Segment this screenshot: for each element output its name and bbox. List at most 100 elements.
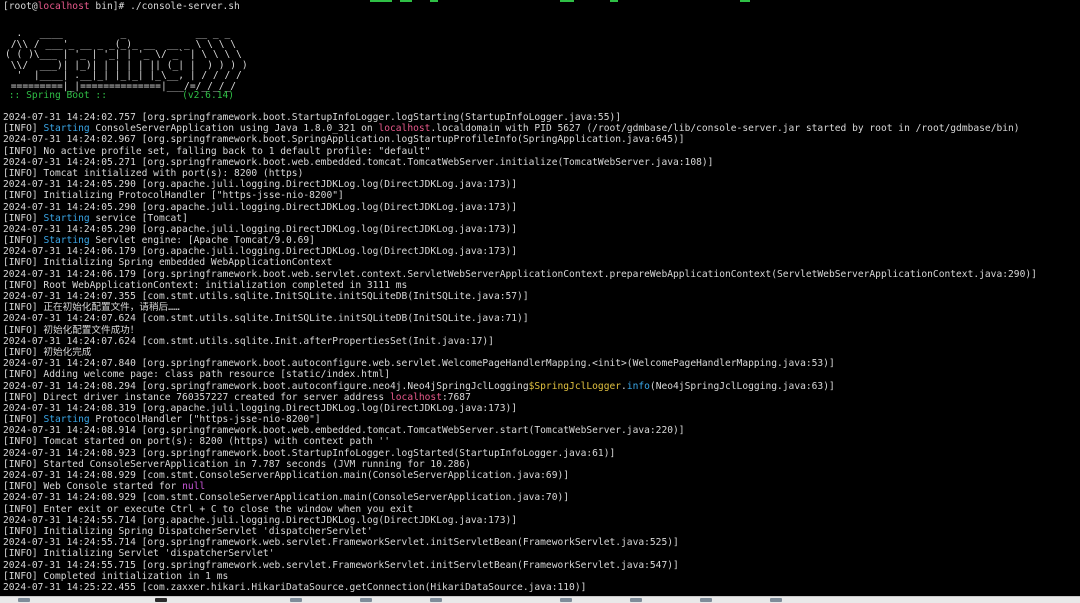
log-line: [INFO] Initializing Spring embedded WebA… <box>3 257 1078 268</box>
log-line: [INFO] 初始化配置文件成功！ <box>3 325 1078 336</box>
log-segment: [INFO] <box>3 414 44 426</box>
log-line: [INFO] Root WebApplicationContext: initi… <box>3 280 1078 291</box>
log-segment: [INFO] Web Console started for <box>3 481 183 493</box>
taskbar-app-icon[interactable] <box>290 598 302 602</box>
taskbar-app-icon[interactable] <box>770 598 782 602</box>
log-segment: [INFO] Initializing Servlet 'dispatcherS… <box>3 548 275 560</box>
log-segment: Starting <box>43 212 90 224</box>
log-line: 2024-07-31 14:24:55.714 [org.springframe… <box>3 537 1078 548</box>
log-line: [INFO] Initializing Spring DispatcherSer… <box>3 526 1078 537</box>
terminal-window[interactable]: [root@localhost bin]# ./console-server.s… <box>0 0 1080 596</box>
log-line: [INFO] Completed initialization in 1 ms <box>3 571 1078 582</box>
log-segment: [INFO] Enter exit or execute Ctrl + C to… <box>3 503 414 515</box>
log-segment: 2024-07-31 14:24:02.967 [org.springframe… <box>3 134 685 146</box>
log-segment: :7687 <box>441 391 471 403</box>
log-line: 2024-07-31 14:24:02.757 [org.springframe… <box>3 112 1078 123</box>
log-segment: 2024-07-31 14:24:55.714 [org.springframe… <box>3 537 679 549</box>
log-line: 2024-07-31 14:24:05.290 [org.apache.juli… <box>3 202 1078 213</box>
log-line: [INFO] Tomcat initialized with port(s): … <box>3 168 1078 179</box>
log-segment: 2024-07-31 14:24:08.294 [org.springframe… <box>3 380 529 392</box>
log-segment: 2024-07-31 14:24:06.179 [org.springframe… <box>3 268 1037 280</box>
log-segment: [INFO] 正在初始化配置文件，请稍后…… <box>3 302 180 314</box>
log-segment: Starting <box>43 235 90 247</box>
log-line: 2024-07-31 14:24:05.290 [org.apache.juli… <box>3 179 1078 190</box>
log-segment: [INFO] Initializing Spring embedded WebA… <box>3 257 333 269</box>
log-segment: 2024-07-31 14:24:02.757 [org.springframe… <box>3 112 622 123</box>
prompt-host: localhost <box>37 1 90 12</box>
log-segment: [INFO] Completed initialization in 1 ms <box>3 570 229 582</box>
log-segment: Starting <box>43 123 90 135</box>
log-line: [INFO] Tomcat started on port(s): 8200 (… <box>3 436 1078 447</box>
prompt-command: ./console-server.sh <box>130 1 240 12</box>
log-line: [INFO] Web Console started for null <box>3 481 1078 492</box>
log-line: 2024-07-31 14:24:05.271 [org.springframe… <box>3 157 1078 168</box>
log-segment: 2024-07-31 14:24:07.624 [com.stmt.utils.… <box>3 313 529 325</box>
log-segment: info <box>626 380 650 392</box>
log-segment: localhost <box>390 391 442 403</box>
log-segment: .localdomain with PID 5627 (/root/gdmbas… <box>430 123 1020 135</box>
log-line: 2024-07-31 14:24:06.179 [org.springframe… <box>3 269 1078 280</box>
taskbar-app-icon[interactable] <box>18 598 30 602</box>
spring-boot-version: (v2.6.14) <box>182 90 235 101</box>
log-segment: 2024-07-31 14:24:05.290 [org.apache.juli… <box>3 179 518 191</box>
log-line: [INFO] Adding welcome page: class path r… <box>3 369 1078 380</box>
log-segment: $SpringJclLogger <box>528 380 622 392</box>
log-segment: [INFO] <box>3 212 44 224</box>
log-segment: [INFO] Direct driver instance 760357227 … <box>3 391 390 403</box>
log-segment: 2024-07-31 14:24:05.290 [org.apache.juli… <box>3 201 518 213</box>
log-segment: 2024-07-31 14:24:05.271 [org.springframe… <box>3 156 714 168</box>
log-segment: 2024-07-31 14:24:05.290 [org.apache.juli… <box>3 223 518 235</box>
log-output: 2024-07-31 14:24:02.757 [org.springframe… <box>3 112 1078 593</box>
log-line: 2024-07-31 14:24:55.715 [org.springframe… <box>3 560 1078 571</box>
log-segment: 2024-07-31 14:24:07.840 [org.springframe… <box>3 358 835 370</box>
log-line: [INFO] Starting service [Tomcat] <box>3 213 1078 224</box>
log-segment: 2024-07-31 14:24:06.179 [org.apache.juli… <box>3 246 518 258</box>
log-segment: Servlet engine: [Apache Tomcat/9.0.69] <box>89 235 315 247</box>
log-segment: [INFO] Started ConsoleServerApplication … <box>3 458 471 470</box>
taskbar-app-icon[interactable] <box>360 598 372 602</box>
taskbar-app-icon[interactable] <box>155 598 167 602</box>
log-line: [INFO] Initializing Servlet 'dispatcherS… <box>3 548 1078 559</box>
log-segment: service [Tomcat] <box>89 212 188 224</box>
log-segment: 2024-07-31 14:24:08.929 [com.stmt.Consol… <box>3 492 570 504</box>
log-line: [INFO] 正在初始化配置文件，请稍后…… <box>3 302 1078 313</box>
log-line: [INFO] Starting ConsoleServerApplication… <box>3 123 1078 134</box>
log-segment: 2024-07-31 14:24:08.929 [com.stmt.Consol… <box>3 470 570 481</box>
log-segment: [INFO] Root WebApplicationContext: initi… <box>3 279 408 291</box>
log-line: 2024-07-31 14:24:08.319 [org.apache.juli… <box>3 403 1078 414</box>
log-segment: 2024-07-31 14:24:08.914 [org.springframe… <box>3 425 685 437</box>
log-segment: 2024-07-31 14:25:22.455 [com.zaxxer.hika… <box>3 581 587 593</box>
taskbar-app-icon[interactable] <box>430 598 442 602</box>
log-segment: [INFO] 初始化完成 <box>3 346 92 358</box>
log-segment: ProtocolHandler ["https-jsse-nio-8200"] <box>89 414 321 426</box>
log-line: [INFO] 初始化完成 <box>3 347 1078 358</box>
log-line: 2024-07-31 14:24:08.294 [org.springframe… <box>3 381 1078 392</box>
log-line: 2024-07-31 14:24:08.923 [org.springframe… <box>3 448 1078 459</box>
taskbar-app-icon[interactable] <box>630 598 642 602</box>
log-segment: [INFO] <box>3 235 44 247</box>
log-segment: [INFO] Initializing ProtocolHandler ["ht… <box>3 190 344 202</box>
log-segment: localhost <box>378 123 431 135</box>
log-segment: 2024-07-31 14:24:07.355 [com.stmt.utils.… <box>3 291 529 302</box>
log-line: [INFO] Enter exit or execute Ctrl + C to… <box>3 504 1078 515</box>
log-line: [INFO] No active profile set, falling ba… <box>3 146 1078 157</box>
log-segment: 2024-07-31 14:24:08.923 [org.springframe… <box>3 447 616 459</box>
taskbar-app-icon[interactable] <box>560 598 572 602</box>
log-segment: [INFO] 初始化配置文件成功！ <box>3 324 140 336</box>
log-line: [INFO] Starting ProtocolHandler ["https-… <box>3 414 1078 425</box>
log-line: 2024-07-31 14:24:07.840 [org.springframe… <box>3 358 1078 369</box>
prompt-user: [root@ <box>3 1 38 12</box>
log-line: 2024-07-31 14:24:08.914 [org.springframe… <box>3 425 1078 436</box>
spring-boot-version-line: :: Spring Boot :: (v2.6.14) <box>3 90 234 101</box>
log-line: 2024-07-31 14:24:05.290 [org.apache.juli… <box>3 224 1078 235</box>
prompt-suffix: bin]# <box>89 1 131 12</box>
taskbar-app-icon[interactable] <box>700 598 712 602</box>
log-line: [INFO] Starting Servlet engine: [Apache … <box>3 235 1078 246</box>
log-segment: [INFO] Initializing Spring DispatcherSer… <box>3 525 373 537</box>
log-line: 2024-07-31 14:24:07.624 [com.stmt.utils.… <box>3 313 1078 324</box>
shell-prompt: [root@localhost bin]# ./console-server.s… <box>3 1 240 13</box>
log-line: 2024-07-31 14:24:08.929 [com.stmt.Consol… <box>3 492 1078 503</box>
log-segment: 2024-07-31 14:24:08.319 [org.apache.juli… <box>3 402 518 414</box>
log-line: [INFO] Initializing ProtocolHandler ["ht… <box>3 190 1078 201</box>
spring-ascii-banner: . ____ _ __ _ _ /\\ / ___'_ __ _ _(_)_ _… <box>5 28 248 92</box>
